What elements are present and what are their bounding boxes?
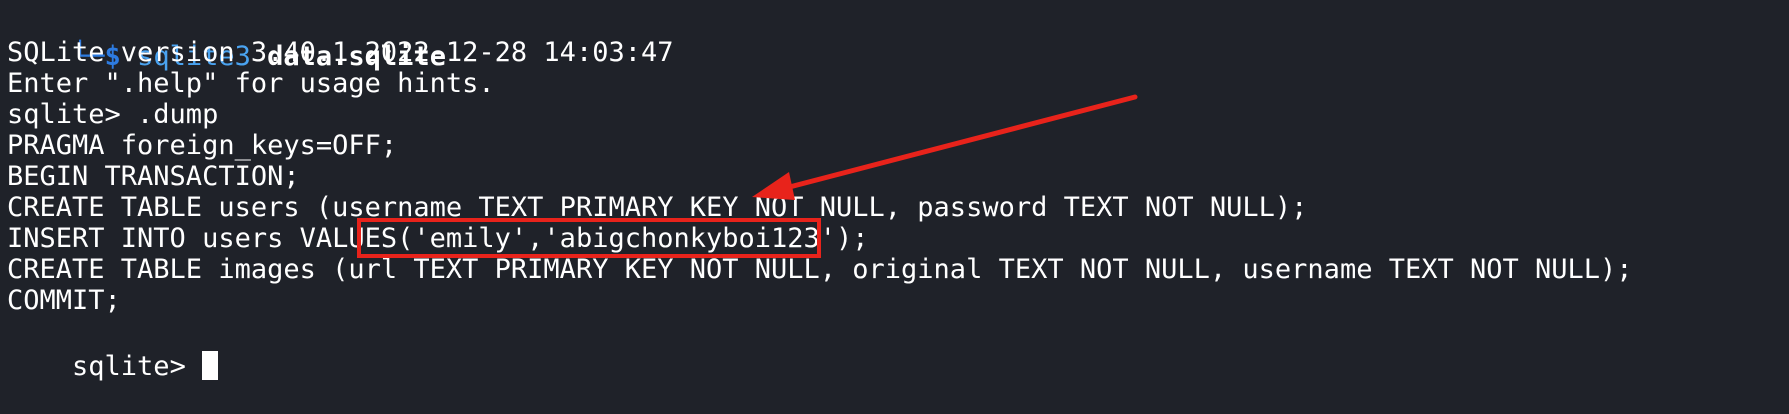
terminal-window[interactable]: └─$ sqlite3 data.sqlite SQLite version 3… <box>0 0 1789 414</box>
output-line: sqlite> .dump <box>7 99 219 130</box>
output-line: Enter ".help" for usage hints. <box>7 68 495 99</box>
output-line: PRAGMA foreign_keys=OFF; <box>7 130 398 161</box>
output-line: BEGIN TRANSACTION; <box>7 161 300 192</box>
text-cursor <box>202 351 219 380</box>
sqlite-prompt: sqlite> <box>72 351 203 382</box>
sqlite-prompt-line[interactable]: sqlite> <box>7 314 219 382</box>
shell-prompt-line: └─$ sqlite3 data.sqlite <box>7 4 446 72</box>
annotation-highlight-box <box>357 218 821 258</box>
output-line: SQLite version 3.40.1 2022-12-28 14:03:4… <box>7 37 674 68</box>
output-line: COMMIT; <box>7 285 121 316</box>
